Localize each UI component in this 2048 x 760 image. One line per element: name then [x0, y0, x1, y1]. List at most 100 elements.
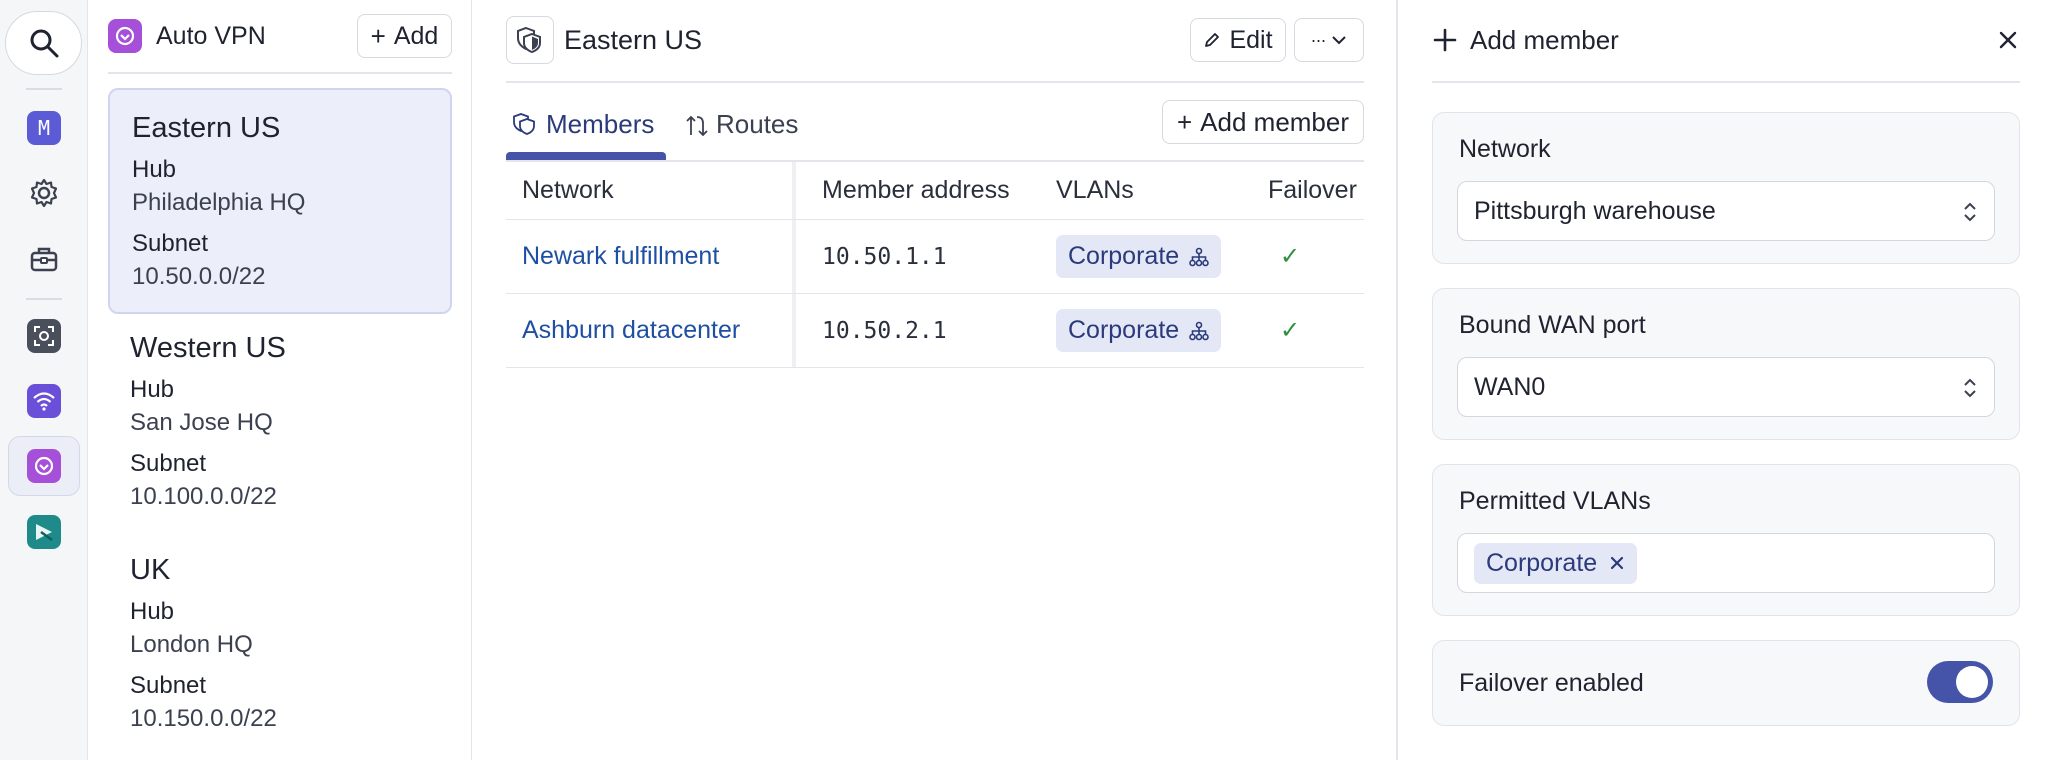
hub-value: London HQ	[130, 631, 253, 658]
network-label: Network	[1459, 135, 1551, 163]
close-panel-button[interactable]	[1990, 22, 2026, 58]
vlan-cell: Corporate	[1056, 220, 1222, 293]
page-title: Eastern US	[564, 24, 703, 55]
auto-vpn-icon	[108, 19, 142, 53]
plus-icon	[1433, 28, 1457, 52]
detail-header: Eastern US	[506, 16, 702, 64]
rail-item-wireless[interactable]	[8, 371, 80, 431]
chevron-up-down-icon	[1964, 378, 1976, 398]
active-tab-indicator	[506, 152, 666, 160]
router-icon	[27, 515, 61, 549]
tab-members[interactable]: Members	[512, 104, 654, 144]
network-hierarchy-icon	[1189, 247, 1209, 266]
rail-item-m-app[interactable]: M	[8, 98, 80, 158]
permitted-vlans-label: Permitted VLANs	[1459, 487, 1651, 515]
rail-divider	[26, 88, 62, 90]
rail-item-screen-capture[interactable]	[8, 306, 80, 366]
vpn-detail: Eastern US Edit ··· Members Routes + Add…	[472, 0, 1396, 760]
vlan-cell: Corporate	[1056, 294, 1222, 367]
vpn-name: Western US	[130, 332, 286, 364]
wan-port-field: Bound WAN port WAN0	[1432, 288, 2020, 440]
column-separator	[792, 294, 796, 367]
column-vlans[interactable]: VLANs	[1056, 162, 1134, 219]
wifi-icon	[27, 384, 61, 418]
network-link[interactable]: Newark fulfillment	[522, 220, 719, 293]
vlan-pill: Corporate	[1056, 309, 1222, 352]
subnet-label: Subnet	[130, 450, 207, 477]
vpn-name: UK	[130, 554, 171, 586]
subnet-label: Subnet	[130, 672, 207, 699]
plus-icon: +	[1176, 107, 1193, 137]
vpn-item-western-us[interactable]: Western US Hub San Jose HQ Subnet 10.100…	[108, 310, 452, 530]
vlan-tag: Corporate	[1474, 542, 1638, 584]
column-member-address[interactable]: Member address	[822, 162, 1010, 219]
network-hierarchy-icon	[1189, 321, 1209, 340]
table-row[interactable]: Newark fulfillment 10.50.1.1 Corporate ✓	[506, 220, 1364, 294]
pencil-icon	[1205, 33, 1220, 47]
chevron-up-down-icon	[1964, 202, 1976, 222]
network-link[interactable]: Ashburn datacenter	[522, 294, 740, 367]
add-member-button[interactable]: + Add member	[1162, 100, 1364, 144]
vpn-item-uk[interactable]: UK Hub London HQ Subnet 10.150.0.0/22	[108, 532, 452, 752]
wan-port-label: Bound WAN port	[1459, 311, 1646, 339]
more-actions-button[interactable]: ···	[1294, 18, 1364, 62]
column-network[interactable]: Network	[522, 162, 614, 219]
edit-button[interactable]: Edit	[1190, 18, 1286, 62]
toggle-knob	[1956, 666, 1988, 698]
table-row[interactable]: Ashburn datacenter 10.50.2.1 Corporate ✓	[506, 294, 1364, 368]
member-address: 10.50.2.1	[822, 317, 947, 344]
subnet-value: 10.50.0.0/22	[132, 263, 266, 290]
column-failover[interactable]: Failover	[1268, 162, 1357, 219]
app-title: Auto VPN	[156, 21, 266, 50]
network-field: Network Pittsburgh warehouse	[1432, 112, 2020, 264]
rail-item-settings[interactable]	[8, 163, 80, 223]
vpn-item-eastern-us[interactable]: Eastern US Hub Philadelphia HQ Subnet 10…	[108, 88, 452, 314]
add-member-panel: Add member Network Pittsburgh warehouse …	[1396, 0, 2048, 760]
auto-vpn-icon	[27, 449, 61, 483]
wan-port-select[interactable]: WAN0	[1457, 357, 1995, 417]
ellipsis-icon: ···	[1310, 29, 1327, 50]
rail-divider	[26, 298, 62, 300]
rail-item-auto-vpn[interactable]	[8, 436, 80, 496]
subnet-value: 10.100.0.0/22	[130, 483, 277, 510]
failover-check-icon: ✓	[1280, 317, 1301, 344]
hub-label: Hub	[130, 376, 175, 403]
panel-divider	[1432, 81, 2020, 83]
hub-value: San Jose HQ	[130, 409, 273, 436]
hub-label: Hub	[132, 156, 177, 183]
column-separator	[792, 220, 796, 293]
rail-item-toolbox[interactable]	[8, 229, 80, 289]
chevron-down-icon	[1332, 36, 1347, 45]
subnet-label: Subnet	[132, 230, 209, 257]
close-icon	[1999, 31, 2017, 49]
network-select[interactable]: Pittsburgh warehouse	[1457, 181, 1995, 241]
column-resize-handle[interactable]	[792, 162, 796, 219]
shield-icon	[506, 16, 554, 64]
members-table: Network Member address VLANs Failover Ne…	[506, 160, 1364, 368]
panel-title: Add member	[1432, 18, 1619, 62]
list-divider	[108, 72, 452, 74]
search-button[interactable]	[5, 11, 82, 75]
hub-label: Hub	[130, 598, 175, 625]
vlans-multiselect[interactable]: Corporate	[1457, 533, 1995, 593]
failover-field: Failover enabled	[1432, 640, 2020, 726]
vlan-pill: Corporate	[1056, 235, 1222, 278]
m-app-icon: M	[27, 111, 61, 145]
table-header: Network Member address VLANs Failover	[506, 160, 1364, 220]
failover-check-icon: ✓	[1280, 243, 1301, 270]
tab-routes[interactable]: Routes	[686, 104, 798, 144]
shield-icon	[513, 113, 535, 135]
gear-icon	[30, 178, 58, 208]
failover-toggle[interactable]	[1927, 661, 1993, 703]
screen-capture-icon	[27, 319, 61, 353]
routes-icon	[686, 115, 708, 137]
permitted-vlans-field: Permitted VLANs Corporate	[1432, 464, 2020, 616]
remove-tag-icon[interactable]	[1609, 555, 1625, 571]
failover-label: Failover enabled	[1459, 669, 1644, 697]
add-vpn-button[interactable]: + Add	[357, 14, 452, 58]
member-address: 10.50.1.1	[822, 243, 947, 270]
vpn-name: Eastern US	[132, 112, 281, 144]
rail-item-router[interactable]	[8, 502, 80, 562]
header-divider	[506, 81, 1364, 83]
toolbox-icon	[30, 247, 58, 272]
